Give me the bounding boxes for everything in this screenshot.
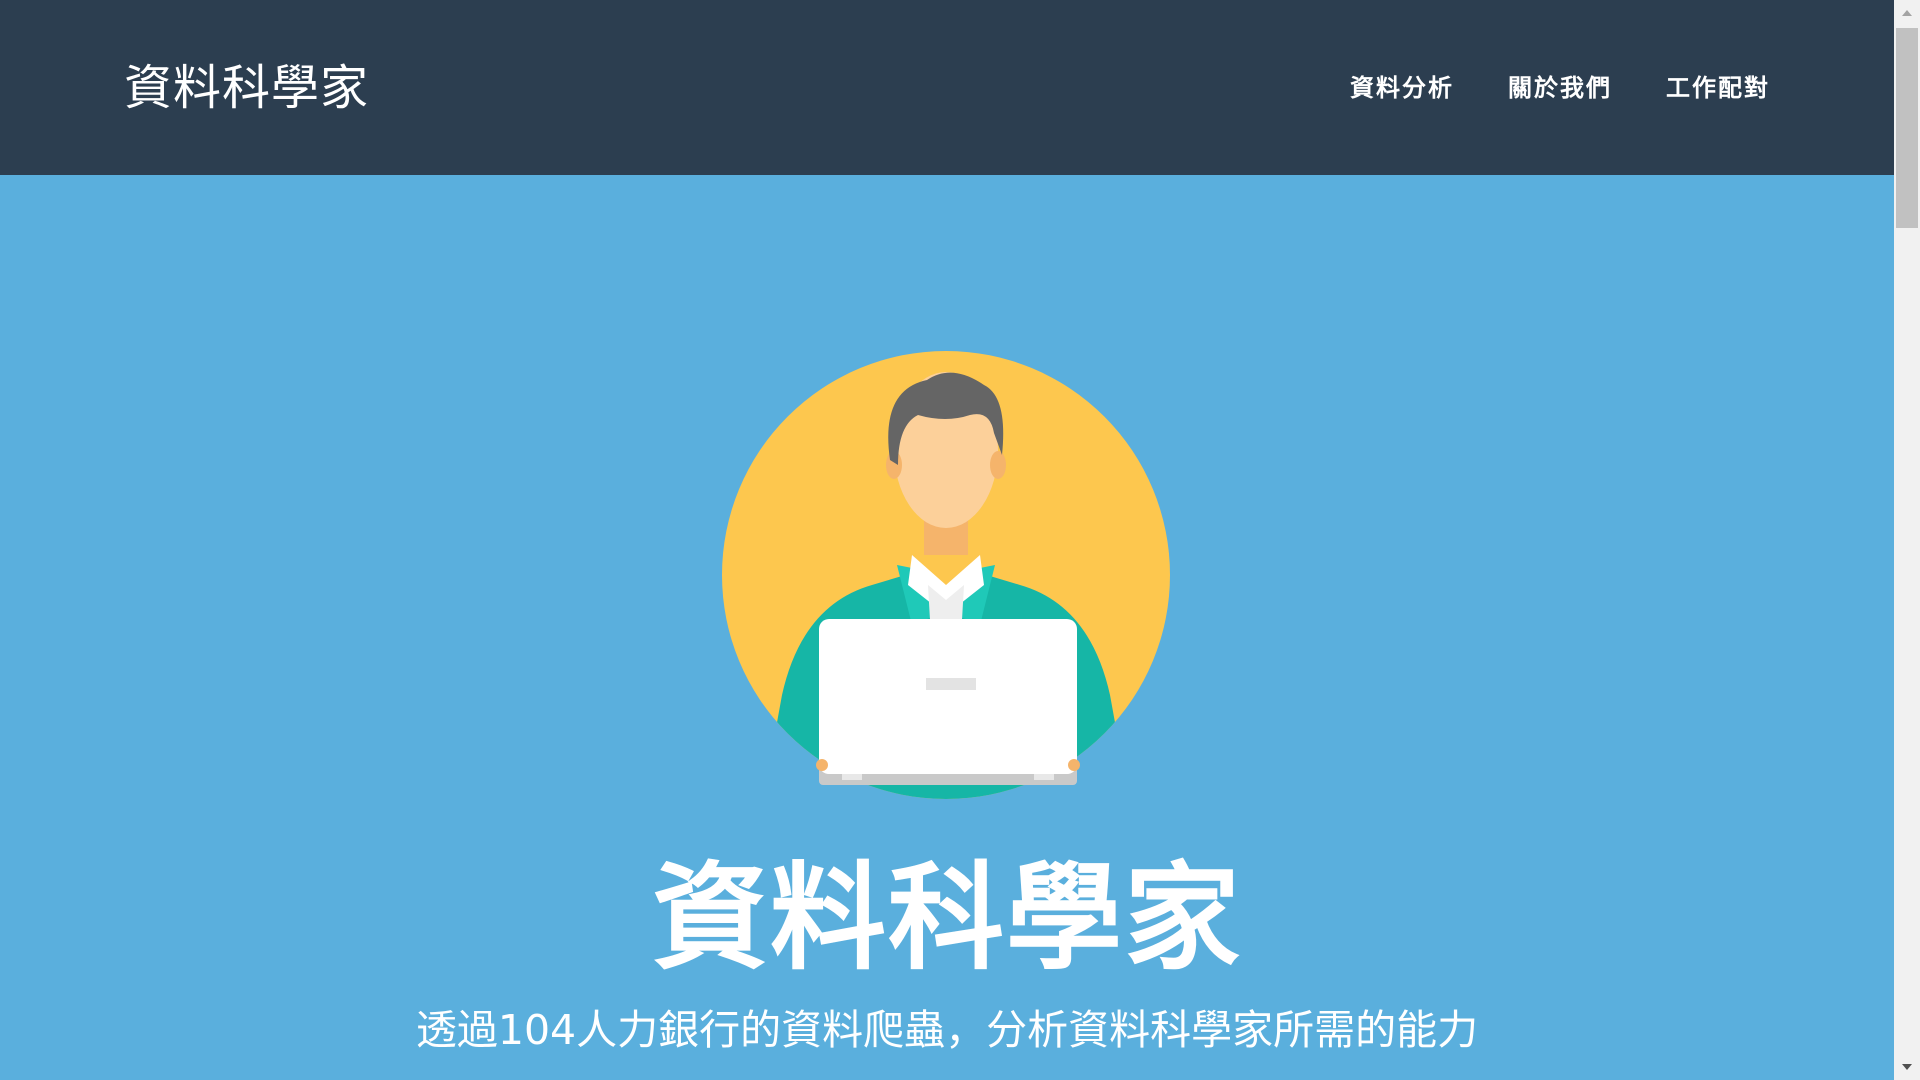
scroll-up-arrow-icon[interactable] [1894, 0, 1920, 26]
scroll-thumb[interactable] [1896, 28, 1918, 228]
brand-logo[interactable]: 資料科學家 [124, 56, 369, 120]
laptop-logo [926, 678, 976, 690]
nav-link-about-us[interactable]: 關於我們 [1508, 70, 1612, 106]
data-scientist-avatar-illustration [722, 351, 1170, 799]
nav-links: 資料分析 關於我們 工作配對 [1350, 70, 1770, 106]
nav-link-job-matching[interactable]: 工作配對 [1666, 70, 1770, 106]
hero-subtitle: 透過104人力銀行的資料爬蟲，分析資料科學家所需的能力 [415, 1006, 1479, 1054]
scroll-down-arrow-icon[interactable] [1894, 1054, 1920, 1080]
navbar: 資料科學家 資料分析 關於我們 工作配對 [0, 0, 1894, 175]
laptop-screen [819, 619, 1077, 774]
nav-link-data-analysis[interactable]: 資料分析 [1350, 70, 1454, 106]
vertical-scrollbar[interactable] [1894, 0, 1920, 1080]
hero-title: 資料科學家 [652, 850, 1242, 986]
